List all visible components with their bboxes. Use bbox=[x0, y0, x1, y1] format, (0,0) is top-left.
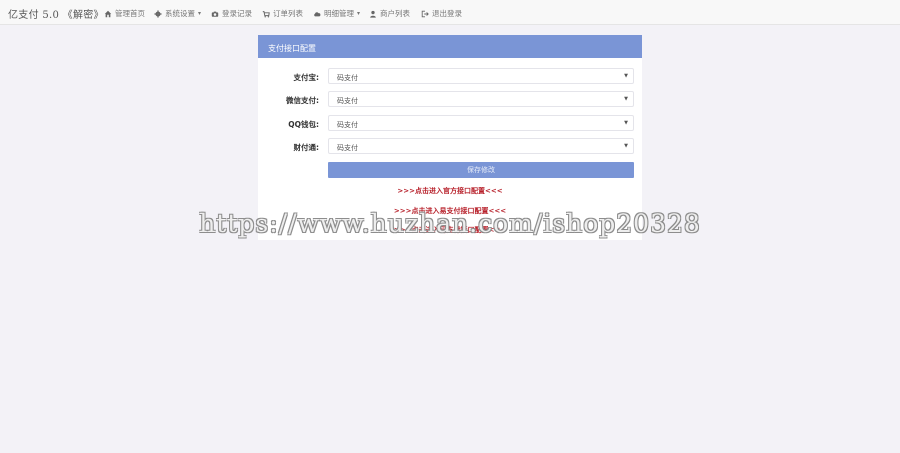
logout-icon bbox=[421, 10, 429, 17]
gear-icon bbox=[154, 9, 162, 18]
chevron-down-icon: ▾ bbox=[357, 10, 361, 17]
alipay-select[interactable]: 码支付 ▼ bbox=[328, 68, 634, 84]
save-button[interactable]: 保存修改 bbox=[328, 162, 634, 178]
chevron-down-icon: ▼ bbox=[624, 143, 628, 149]
tenpay-select[interactable]: 码支付 ▼ bbox=[328, 138, 634, 154]
chevron-down-icon: ▾ bbox=[198, 10, 202, 17]
user-icon bbox=[370, 10, 376, 18]
chevron-down-icon: ▼ bbox=[624, 96, 628, 102]
app-brand[interactable]: 亿支付 5.0 《解密》 bbox=[8, 6, 104, 21]
select-value: 码支付 bbox=[337, 74, 358, 82]
cart-icon bbox=[262, 10, 270, 18]
cloud-icon bbox=[314, 11, 321, 16]
nav-item-home[interactable]: 管理首页 bbox=[104, 8, 145, 19]
nav-item-label: 登录记录 bbox=[222, 9, 252, 18]
top-navbar: 亿支付 5.0 《解密》 管理首页 系统设置 ▾ 登录记录 订单列表 明细管理 … bbox=[0, 0, 900, 25]
nav-item-details[interactable]: 明细管理 ▾ bbox=[313, 8, 360, 19]
payment-config-panel: 支付接口配置 支付宝: 码支付 ▼ 微信支付: 码支付 ▼ QQ钱包: 码支付 … bbox=[258, 35, 642, 240]
field-label: 财付通: bbox=[293, 143, 320, 152]
select-value: 码支付 bbox=[337, 121, 358, 129]
wechat-pay-select[interactable]: 码支付 ▼ bbox=[328, 91, 634, 107]
nav-item-label: 系统设置 bbox=[165, 9, 195, 18]
panel-title: 支付接口配置 bbox=[258, 35, 642, 58]
form-row-alipay: 支付宝: 码支付 ▼ bbox=[258, 68, 642, 84]
nav-item-logout[interactable]: 退出登录 bbox=[421, 8, 462, 19]
nav-item-label: 明细管理 bbox=[324, 9, 354, 18]
chevron-down-icon: ▼ bbox=[624, 120, 628, 126]
field-label: QQ钱包: bbox=[288, 120, 319, 129]
nav-item-label: 管理首页 bbox=[115, 9, 145, 18]
qq-wallet-select[interactable]: 码支付 ▼ bbox=[328, 115, 634, 131]
camera-icon bbox=[211, 11, 219, 17]
chevron-down-icon: ▼ bbox=[624, 73, 628, 79]
select-value: 码支付 bbox=[337, 144, 358, 152]
form-row-wechat: 微信支付: 码支付 ▼ bbox=[258, 91, 642, 107]
nav-item-label: 退出登录 bbox=[432, 9, 462, 18]
nav-item-merchants[interactable]: 商户列表 bbox=[369, 8, 410, 19]
nav-item-label: 商户列表 bbox=[380, 9, 410, 18]
nav-item-settings[interactable]: 系统设置 ▾ bbox=[154, 8, 201, 19]
select-value: 码支付 bbox=[337, 97, 358, 105]
form-row-tenpay: 财付通: 码支付 ▼ bbox=[258, 138, 642, 154]
home-icon bbox=[104, 10, 112, 17]
form-row-qq-wallet: QQ钱包: 码支付 ▼ bbox=[258, 115, 642, 131]
nav-item-label: 订单列表 bbox=[273, 9, 303, 18]
nav-item-orders[interactable]: 订单列表 bbox=[262, 8, 303, 19]
epay-config-link[interactable]: >>>点击进入易支付接口配置<<< bbox=[258, 206, 642, 216]
nav-item-login-log[interactable]: 登录记录 bbox=[211, 8, 252, 19]
official-config-link[interactable]: >>>点击进入官方接口配置<<< bbox=[258, 186, 642, 196]
field-label: 支付宝: bbox=[293, 73, 320, 82]
codepay-config-link[interactable]: >>>点击进入码支付接口配置<<< bbox=[258, 225, 642, 235]
field-label: 微信支付: bbox=[286, 96, 319, 105]
